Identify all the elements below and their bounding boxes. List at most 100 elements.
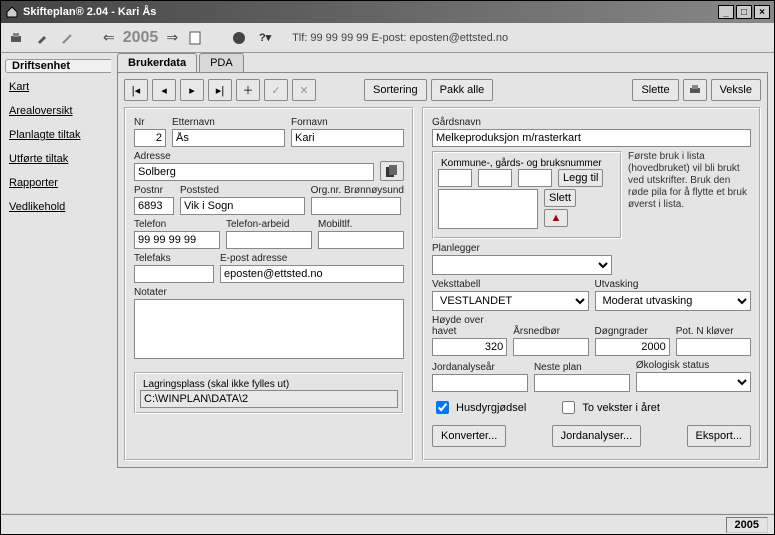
right-form: Gårdsnavn Kommune-, gårds- og bruksnumme… <box>422 107 761 461</box>
kommune1-input[interactable] <box>438 169 472 187</box>
first-record-button[interactable]: |◂ <box>124 79 148 101</box>
toolbar: ⇐ 2005 ⇒ ?▾ Tlf: 99 99 99 99 E-post: epo… <box>1 23 774 53</box>
mobiltlf-label: Mobiltlf. <box>318 219 404 230</box>
mobiltlf-input[interactable] <box>318 231 404 249</box>
tab-pda[interactable]: PDA <box>199 53 244 72</box>
neste-plan-input[interactable] <box>534 374 630 392</box>
epost-input[interactable] <box>220 265 404 283</box>
planlegger-label: Planlegger <box>432 243 751 254</box>
print-icon[interactable] <box>7 29 25 47</box>
jordanalyser-button[interactable]: Jordanalyser... <box>552 425 642 447</box>
lagring-label: Lagringsplass (skal ikke fylles ut) <box>140 379 292 390</box>
print-record-button[interactable] <box>683 79 707 101</box>
last-record-button[interactable]: ▸| <box>208 79 232 101</box>
adresse-lookup-button[interactable] <box>380 161 404 181</box>
cancel-edit-button[interactable]: ✕ <box>292 79 316 101</box>
sidebar-tab-driftsenhet[interactable]: Driftsenhet <box>5 59 111 73</box>
etternavn-input[interactable] <box>172 129 285 147</box>
konverter-button[interactable]: Konverter... <box>432 425 506 447</box>
veksttabell-select[interactable]: VESTLANDET <box>432 291 589 311</box>
postnr-label: Postnr <box>134 185 174 196</box>
add-record-button[interactable]: ＋ <box>236 79 260 101</box>
minimize-button[interactable]: _ <box>718 5 734 19</box>
planlegger-select[interactable] <box>432 255 612 275</box>
veksle-button[interactable]: Veksle <box>711 79 761 101</box>
prev-record-button[interactable]: ◂ <box>152 79 176 101</box>
nr-label: Nr <box>134 117 166 128</box>
sidebar-item-vedlikehold[interactable]: Vedlikehold <box>1 195 111 219</box>
year-next-button[interactable]: ⇒ <box>166 29 178 46</box>
home-icon <box>5 5 19 19</box>
hoyde-input[interactable] <box>432 338 507 356</box>
notater-input[interactable] <box>134 299 404 359</box>
sortering-button[interactable]: Sortering <box>364 79 427 101</box>
pakk-alle-button[interactable]: Pakk alle <box>431 79 494 101</box>
telefon-input[interactable] <box>134 231 220 249</box>
year-prev-button[interactable]: ⇐ <box>103 29 115 46</box>
pot-n-input[interactable] <box>676 338 751 356</box>
sidebar-item-rapporter[interactable]: Rapporter <box>1 171 111 195</box>
epost-label: E-post adresse <box>220 253 404 264</box>
maximize-button[interactable]: □ <box>736 5 752 19</box>
year-display: 2005 <box>123 29 159 47</box>
fornavn-input[interactable] <box>291 129 404 147</box>
slette-button[interactable]: Slette <box>632 79 678 101</box>
legg-til-button[interactable]: Legg til <box>558 169 603 187</box>
telefaks-input[interactable] <box>134 265 214 283</box>
sidebar: Driftsenhet Kart Arealoversikt Planlagte… <box>1 53 111 513</box>
orgnr-input[interactable] <box>311 197 401 215</box>
to-vekster-checkbox-label[interactable]: To vekster i året <box>558 398 660 417</box>
telefon-arbeid-input[interactable] <box>226 231 312 249</box>
dogngrader-label: Døgngrader <box>595 326 670 337</box>
orgnr-label: Org.nr. Brønnøysund <box>311 185 404 196</box>
notater-label: Notater <box>134 287 404 298</box>
kommune3-input[interactable] <box>518 169 552 187</box>
app-window: Skifteplan® 2.04 - Kari Ås _ □ × ⇐ 2005 … <box>0 0 775 535</box>
sidebar-item-utforte[interactable]: Utførte tiltak <box>1 147 111 171</box>
jordanalysear-input[interactable] <box>432 374 528 392</box>
pot-n-label: Pot. N kløver <box>676 326 751 337</box>
sidebar-item-planlagte[interactable]: Planlagte tiltak <box>1 123 111 147</box>
window-title: Skifteplan® 2.04 - Kari Ås <box>23 6 716 18</box>
arsnedbor-label: Årsnedbør <box>513 326 588 337</box>
main-panel: Brukerdata PDA |◂ ◂ ▸ ▸| ＋ ✓ ✕ Sortering… <box>111 53 774 513</box>
husdyr-checkbox-label[interactable]: Husdyrgjødsel <box>432 398 526 417</box>
husdyr-checkbox[interactable] <box>436 401 449 414</box>
bruk-listbox[interactable] <box>438 189 538 229</box>
help-icon[interactable]: ?▾ <box>256 29 274 47</box>
eksport-button[interactable]: Eksport... <box>687 425 751 447</box>
gardsnavn-input[interactable] <box>432 129 751 147</box>
gardsnavn-label: Gårdsnavn <box>432 117 751 128</box>
tab-brukerdata[interactable]: Brukerdata <box>117 53 197 72</box>
close-button[interactable]: × <box>754 5 770 19</box>
document-icon[interactable] <box>186 29 204 47</box>
arsnedbor-input[interactable] <box>513 338 588 356</box>
telefaks-label: Telefaks <box>134 253 214 264</box>
poststed-input[interactable] <box>180 197 305 215</box>
sidebar-item-arealoversikt[interactable]: Arealoversikt <box>1 99 111 123</box>
to-vekster-checkbox[interactable] <box>562 401 575 414</box>
globe-icon[interactable] <box>230 29 248 47</box>
dogngrader-input[interactable] <box>595 338 670 356</box>
wand-icon[interactable] <box>59 29 77 47</box>
nr-input[interactable] <box>134 129 166 147</box>
utvasking-label: Utvasking <box>595 279 752 290</box>
confirm-button[interactable]: ✓ <box>264 79 288 101</box>
tab-panel: |◂ ◂ ▸ ▸| ＋ ✓ ✕ Sortering Pakk alle Slet… <box>117 73 768 468</box>
fornavn-label: Fornavn <box>291 117 404 128</box>
move-up-button[interactable]: ▲ <box>544 209 568 227</box>
slett-button[interactable]: Slett <box>544 189 576 207</box>
utvasking-select[interactable]: Moderat utvasking <box>595 291 752 311</box>
next-record-button[interactable]: ▸ <box>180 79 204 101</box>
sidebar-item-kart[interactable]: Kart <box>1 75 111 99</box>
statusbar: 2005 <box>1 514 774 534</box>
postnr-input[interactable] <box>134 197 174 215</box>
hoyde-label: Høyde over havet <box>432 315 507 337</box>
contact-info: Tlf: 99 99 99 99 E-post: eposten@ettsted… <box>292 32 508 44</box>
adresse-input[interactable] <box>134 163 374 181</box>
telefon-label: Telefon <box>134 219 220 230</box>
tab-strip: Brukerdata PDA <box>117 53 768 73</box>
tool-icon[interactable] <box>33 29 51 47</box>
okologisk-select[interactable] <box>636 372 751 392</box>
kommune2-input[interactable] <box>478 169 512 187</box>
